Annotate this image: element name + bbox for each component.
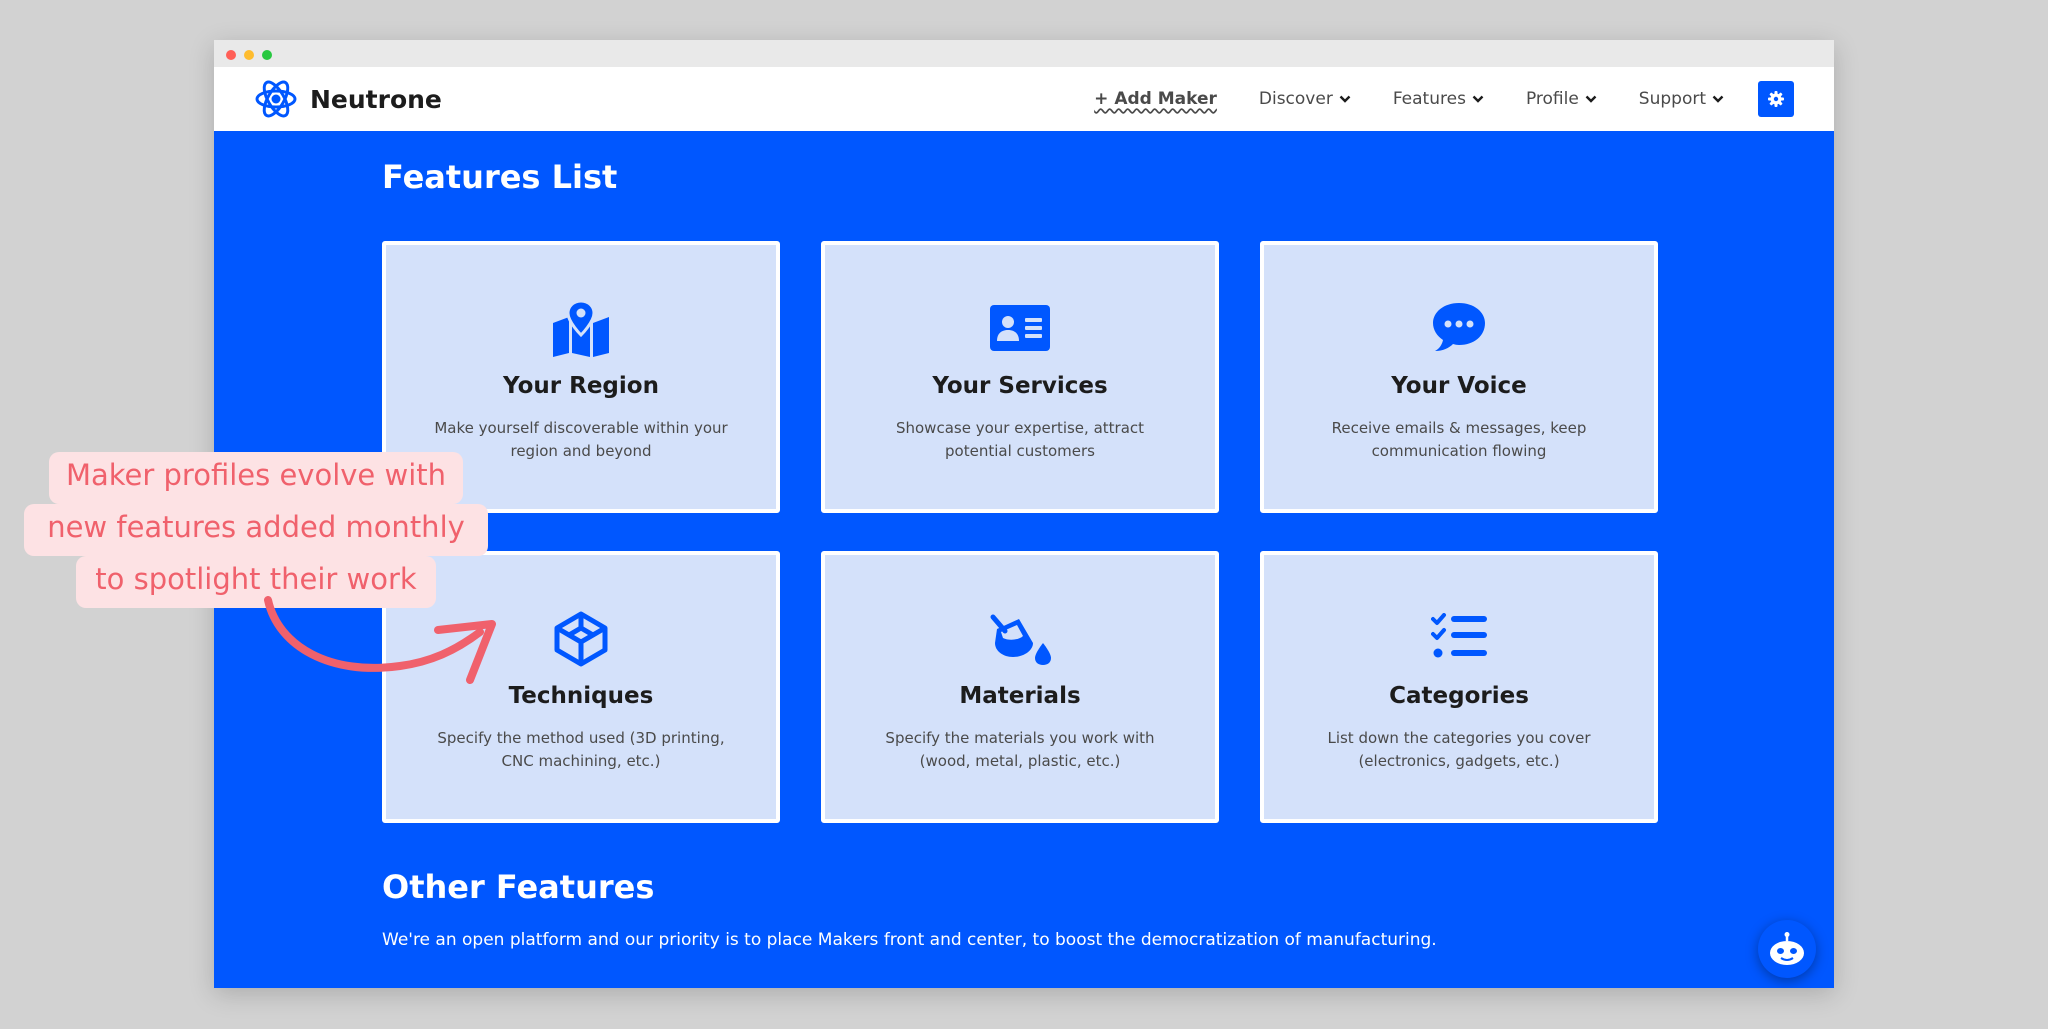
annotation-line-2: new features added monthly	[47, 510, 465, 544]
nav-support-label: Support	[1638, 89, 1706, 109]
chevron-down-icon	[1472, 95, 1484, 103]
annotation-callout: Maker profiles evolve with new features …	[24, 452, 488, 610]
checklist-icon	[1264, 611, 1654, 667]
chevron-down-icon	[1712, 95, 1724, 103]
card-title: Materials	[959, 683, 1081, 709]
feature-card-your-services[interactable]: Your Services Showcase your expertise, a…	[821, 241, 1219, 513]
card-title: Your Services	[932, 373, 1108, 399]
card-description: Specify the materials you work with (woo…	[885, 729, 1155, 770]
id-card-icon	[825, 301, 1215, 357]
card-description: Receive emails & messages, keep communic…	[1331, 419, 1587, 460]
maximize-window-button[interactable]	[262, 50, 272, 60]
chevron-down-icon	[1339, 95, 1351, 103]
window-titlebar	[214, 40, 1834, 67]
minimize-window-button[interactable]	[244, 50, 254, 60]
robot-icon	[1770, 932, 1804, 965]
main-nav: + Add Maker Discover Features Profile Su…	[1094, 67, 1794, 131]
nav-profile-label: Profile	[1525, 89, 1579, 109]
card-description: Specify the method used (3D printing, CN…	[437, 729, 725, 770]
card-description: Showcase your expertise, attract potenti…	[895, 419, 1145, 460]
card-title: Your Region	[503, 373, 659, 399]
paint-bucket-icon	[825, 611, 1215, 667]
nav-discover[interactable]: Discover	[1259, 89, 1351, 109]
chat-bubble-icon	[1264, 301, 1654, 357]
brand-logo-link[interactable]: Neutrone	[254, 77, 442, 121]
nav-support[interactable]: Support	[1639, 89, 1724, 109]
other-features-text: We're an open platform and our priority …	[382, 930, 1437, 950]
chevron-down-icon	[1585, 95, 1597, 103]
card-title: Your Voice	[1391, 373, 1527, 399]
feature-card-categories[interactable]: Categories List down the categories you …	[1260, 551, 1658, 823]
nav-features-label: Features	[1392, 89, 1466, 109]
nav-profile[interactable]: Profile	[1526, 89, 1597, 109]
card-title: Categories	[1389, 683, 1529, 709]
features-list-title: Features List	[382, 158, 618, 196]
annotation-arrow-icon	[264, 596, 496, 684]
map-pin-icon	[386, 301, 776, 357]
card-description: List down the categories you cover (elec…	[1327, 729, 1591, 770]
chatbot-button[interactable]	[1758, 920, 1816, 978]
atom-logo-icon	[255, 80, 297, 118]
annotation-line-1: Maker profiles evolve with	[65, 458, 447, 492]
settings-button[interactable]	[1758, 81, 1794, 117]
nav-discover-label: Discover	[1258, 89, 1333, 109]
brand-name: Neutrone	[310, 84, 442, 114]
feature-card-your-voice[interactable]: Your Voice Receive emails & messages, ke…	[1260, 241, 1658, 513]
close-window-button[interactable]	[226, 50, 236, 60]
annotation-line-3: to spotlight their work	[95, 562, 417, 596]
other-features-title: Other Features	[382, 868, 655, 906]
nav-features[interactable]: Features	[1393, 89, 1484, 109]
add-maker-link[interactable]: + Add Maker	[1094, 89, 1217, 109]
feature-card-materials[interactable]: Materials Specify the materials you work…	[821, 551, 1219, 823]
navbar: Neutrone + Add Maker Discover Features P…	[214, 67, 1834, 131]
gear-icon	[1768, 91, 1784, 107]
